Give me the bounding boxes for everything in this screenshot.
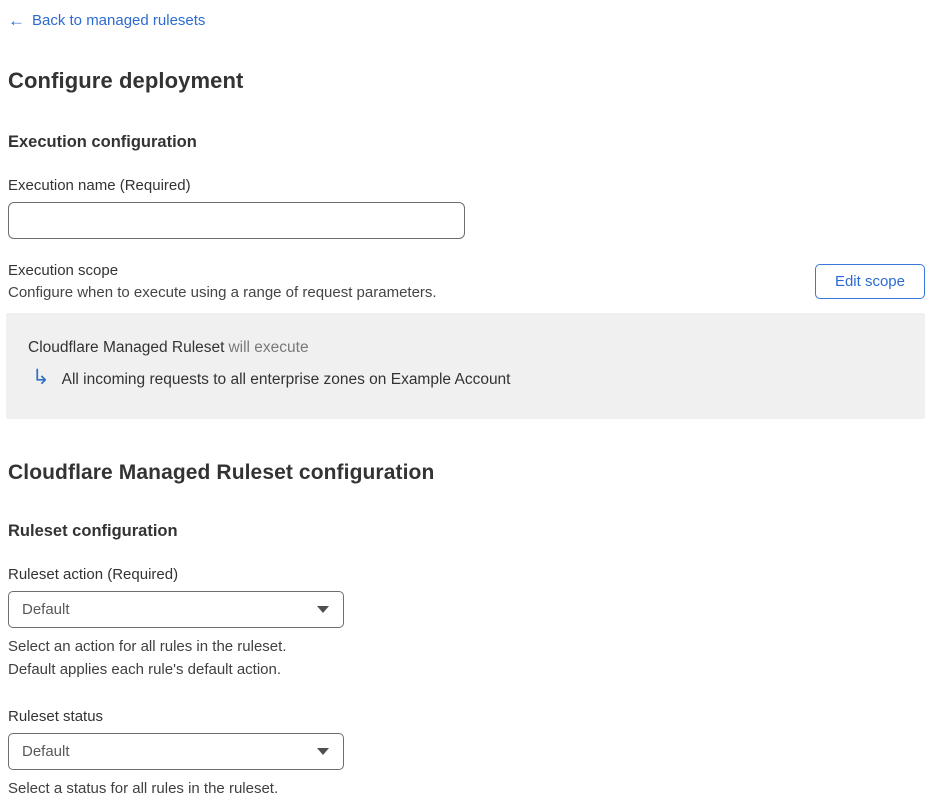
execution-scope-description: Configure when to execute using a range …: [8, 284, 437, 301]
ruleset-status-field: Ruleset status Default Select a status f…: [8, 708, 925, 800]
ruleset-status-label: Ruleset status: [8, 708, 104, 725]
scope-summary-text: All incoming requests to all enterprise …: [61, 370, 511, 388]
ruleset-status-value: Default: [22, 743, 70, 760]
scope-summary-headline: Cloudflare Managed Ruleset will execute: [28, 339, 903, 357]
back-arrow-icon: ←: [8, 11, 25, 30]
page-title: Configure deployment: [8, 68, 244, 93]
back-link-label: Back to managed rulesets: [32, 12, 206, 29]
execution-name-input[interactable]: [8, 202, 465, 239]
scope-summary-detail: ↳ All incoming requests to all enterpris…: [28, 366, 903, 390]
back-link[interactable]: ← Back to managed rulesets: [8, 12, 205, 29]
ruleset-status-help: Select a status for all rules in the rul…: [8, 780, 279, 797]
chevron-down-icon: [317, 748, 329, 755]
execution-scope-text-block: Execution scope Configure when to execut…: [8, 262, 437, 301]
scope-summary-box: Cloudflare Managed Ruleset will execute ↳…: [6, 313, 925, 419]
ruleset-configuration-title: Cloudflare Managed Ruleset configuration: [8, 461, 435, 484]
ruleset-action-help-line-2: Default applies each rule's default acti…: [8, 661, 282, 678]
summary-will-execute: will execute: [228, 339, 309, 356]
summary-ruleset-name: Cloudflare Managed Ruleset: [28, 339, 225, 356]
ruleset-action-value: Default: [22, 601, 70, 618]
execution-configuration-heading: Execution configuration: [8, 133, 197, 151]
execution-name-field: Execution name (Required): [8, 177, 925, 239]
ruleset-action-label: Ruleset action (Required): [8, 566, 179, 583]
edit-scope-button[interactable]: Edit scope: [814, 264, 925, 299]
ruleset-action-help: Select an action for all rules in the ru…: [8, 635, 925, 681]
execution-scope-row: Execution scope Configure when to execut…: [8, 262, 925, 301]
ruleset-action-field: Ruleset action (Required) Default Select…: [8, 566, 925, 681]
execution-name-label: Execution name (Required): [8, 177, 191, 194]
ruleset-configuration-subheading: Ruleset configuration: [8, 522, 178, 540]
ruleset-action-help-line-1: Select an action for all rules in the ru…: [8, 638, 287, 655]
execution-scope-label: Execution scope: [8, 262, 119, 279]
configure-deployment-page: ← Back to managed rulesets Configure dep…: [0, 0, 931, 804]
ruleset-status-select[interactable]: Default: [8, 733, 344, 770]
ruleset-action-select[interactable]: Default: [8, 591, 344, 628]
branch-arrow-icon: ↳: [32, 366, 50, 389]
chevron-down-icon: [317, 606, 329, 613]
